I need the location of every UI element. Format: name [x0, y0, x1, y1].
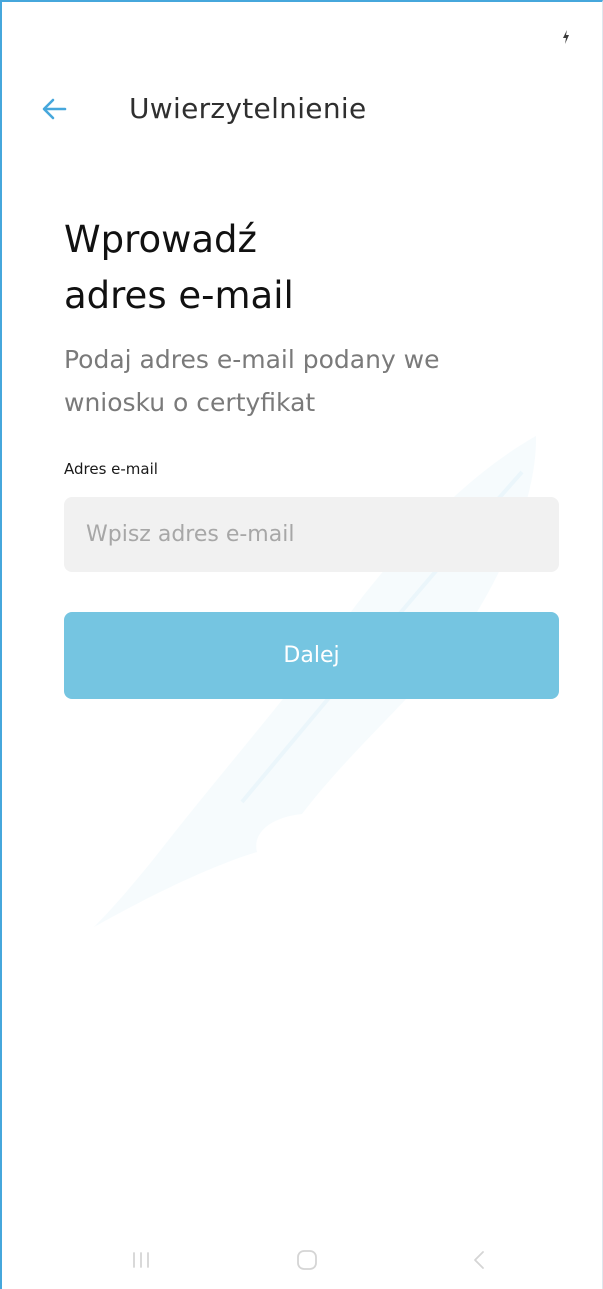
status-bar	[2, 2, 602, 72]
heading-line-2: adres e-mail	[64, 274, 294, 317]
home-icon	[297, 1250, 317, 1270]
recent-apps-button[interactable]	[117, 1240, 165, 1280]
back-icon	[474, 1251, 484, 1269]
subtitle-line-2: wniosku o certyfikat	[64, 388, 316, 417]
nav-back-button[interactable]	[456, 1240, 504, 1280]
back-button[interactable]	[30, 86, 80, 132]
battery-charging-icon	[563, 30, 569, 44]
system-navigation-bar	[2, 1234, 602, 1289]
next-button[interactable]: Dalej	[64, 612, 559, 699]
app-screen: Uwierzytelnienie Wprowadź adres e-mail P…	[0, 0, 603, 1289]
home-button[interactable]	[283, 1240, 331, 1280]
screen-heading: Wprowadź adres e-mail	[64, 212, 559, 324]
arrow-left-icon	[42, 98, 67, 120]
header-bar: Uwierzytelnienie	[2, 78, 602, 142]
email-label: Adres e-mail	[64, 460, 158, 478]
page-title: Uwierzytelnienie	[129, 92, 367, 125]
heading-line-1: Wprowadź	[64, 218, 257, 261]
subtitle-line-1: Podaj adres e-mail podany we	[64, 345, 440, 374]
main-content: Wprowadź adres e-mail Podaj adres e-mail…	[64, 212, 559, 424]
recent-apps-icon	[133, 1252, 149, 1268]
screen-subtitle: Podaj adres e-mail podany we wniosku o c…	[64, 338, 559, 424]
email-field[interactable]	[64, 497, 559, 572]
